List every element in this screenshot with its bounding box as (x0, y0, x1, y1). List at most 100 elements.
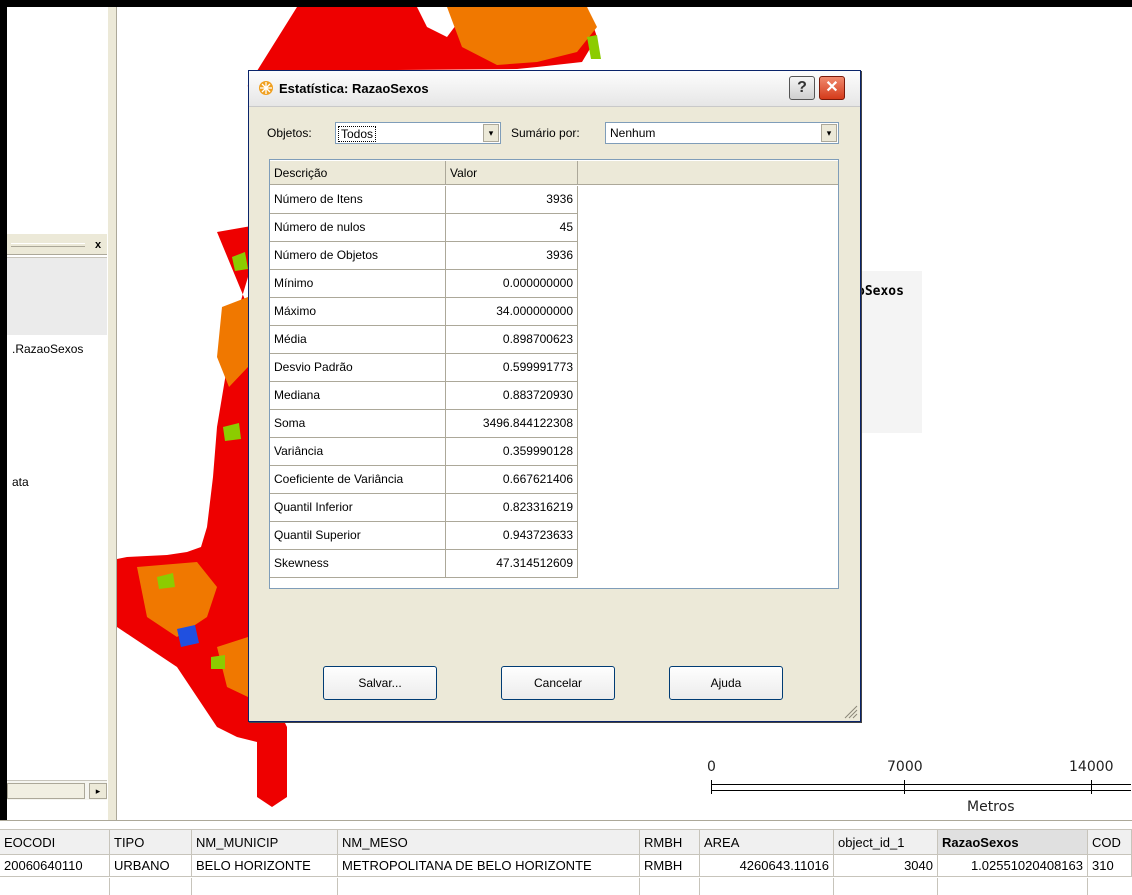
stat-description: Variância (270, 438, 446, 466)
table-cell[interactable]: 3040 (834, 855, 938, 877)
stat-description: Soma (270, 410, 446, 438)
close-icon[interactable]: ✕ (819, 76, 845, 100)
stat-description: Número de nulos (270, 214, 446, 242)
scale-line-top (711, 784, 1131, 785)
table-row-partial[interactable] (700, 878, 834, 895)
column-header-nm-meso[interactable]: NM_MESO (338, 829, 640, 855)
table-cell[interactable]: 1.02551020408163 (938, 855, 1088, 877)
layer-item-razaosexos[interactable]: .RazaoSexos (12, 342, 83, 356)
table-row[interactable]: Quantil Inferior 0.823316219 (270, 494, 578, 522)
sumario-label: Sumário por: (511, 126, 580, 140)
scale-label-7000: 7000 (887, 759, 923, 775)
legend-title: oSexos (857, 284, 904, 299)
close-icon[interactable]: x (91, 238, 105, 252)
table-row[interactable]: Número de nulos 45 (270, 214, 578, 242)
table-row-partial[interactable] (192, 878, 338, 895)
table-cell[interactable]: METROPOLITANA DE BELO HORIZONTE (338, 855, 640, 877)
column-header-rmbh[interactable]: RMBH (640, 829, 700, 855)
scale-unit: Metros (967, 799, 1015, 815)
stat-description: Skewness (270, 550, 446, 578)
table-row-partial[interactable] (640, 878, 700, 895)
resize-grip-icon[interactable] (844, 705, 858, 719)
stat-description: Média (270, 326, 446, 354)
table-row-partial[interactable] (834, 878, 938, 895)
dialog-title: Estatística: RazaoSexos (279, 81, 429, 96)
scale-line-bottom (711, 790, 1131, 791)
table-row-partial[interactable] (0, 878, 110, 895)
column-header-cod[interactable]: COD (1088, 829, 1132, 855)
column-header-nm-municip[interactable]: NM_MUNICIP (192, 829, 338, 855)
table-cell[interactable]: BELO HORIZONTE (192, 855, 338, 877)
map-region-blue (177, 625, 199, 647)
column-header-empty (578, 161, 838, 185)
table-row[interactable]: Variância 0.359990128 (270, 438, 578, 466)
layer-item-data[interactable]: ata (12, 475, 29, 489)
map-region-green-5 (211, 655, 225, 669)
chevron-down-icon[interactable]: ▾ (483, 124, 499, 142)
scale-label-0: 0 (707, 759, 716, 775)
column-header-descricao[interactable]: Descrição (270, 161, 446, 185)
stat-value: 3496.844122308 (446, 410, 578, 438)
chevron-down-icon[interactable]: ▾ (821, 124, 837, 142)
table-row-partial[interactable] (110, 878, 192, 895)
table-cell[interactable]: 4260643.11016 (700, 855, 834, 877)
scale-bar: 0 7000 14000 Metros (707, 757, 1132, 817)
table-cell[interactable]: 310 (1088, 855, 1132, 877)
panel-splitter[interactable] (107, 7, 117, 820)
scale-label-14000: 14000 (1069, 759, 1114, 775)
objetos-select[interactable]: Todos ▾ (335, 122, 501, 144)
help-icon[interactable]: ? (789, 76, 815, 100)
table-row[interactable]: Desvio Padrão 0.599991773 (270, 354, 578, 382)
column-header-razaosexos[interactable]: RazaoSexos (938, 829, 1088, 855)
save-button[interactable]: Salvar... (323, 666, 437, 700)
table-row[interactable]: Quantil Superior 0.943723633 (270, 522, 578, 550)
column-header-valor[interactable]: Valor (446, 161, 578, 185)
table-row[interactable]: Mediana 0.883720930 (270, 382, 578, 410)
stat-description: Coeficiente de Variância (270, 466, 446, 494)
statistics-dialog: Estatística: RazaoSexos ? ✕ Objetos: Tod… (248, 70, 861, 722)
scrollbar-thumb[interactable] (7, 783, 85, 799)
panel-grip[interactable] (11, 243, 85, 247)
sumario-select[interactable]: Nenhum ▾ (605, 122, 839, 144)
table-row[interactable]: Skewness 47.314512609 (270, 550, 578, 578)
table-cell[interactable]: 20060640110 (0, 855, 110, 877)
table-row[interactable]: Mínimo 0.000000000 (270, 270, 578, 298)
table-row-partial[interactable] (938, 878, 1088, 895)
scale-tick (1091, 780, 1092, 794)
dialog-titlebar[interactable]: Estatística: RazaoSexos ? ✕ (249, 71, 860, 107)
table-row[interactable]: Número de Objetos 3936 (270, 242, 578, 270)
horizontal-scrollbar[interactable]: ▸ (7, 780, 111, 800)
column-header-tipo[interactable]: TIPO (110, 829, 192, 855)
stat-value: 0.599991773 (446, 354, 578, 382)
table-row[interactable]: Soma 3496.844122308 (270, 410, 578, 438)
stat-description: Quantil Superior (270, 522, 446, 550)
application-window: x .RazaoSexos ata ▸ oSexos 0 7000 14000 … (0, 0, 1132, 895)
stat-description: Mediana (270, 382, 446, 410)
stat-value: 0.898700623 (446, 326, 578, 354)
table-row[interactable]: Máximo 34.000000000 (270, 298, 578, 326)
scroll-right-arrow-icon[interactable]: ▸ (89, 783, 107, 799)
layer-panel: x .RazaoSexos ata ▸ (7, 7, 111, 820)
app-icon (259, 81, 273, 95)
column-header-area[interactable]: AREA (700, 829, 834, 855)
table-row[interactable]: Coeficiente de Variância 0.667621406 (270, 466, 578, 494)
table-row[interactable]: Número de Itens 3936 (270, 186, 578, 214)
column-header-object-id[interactable]: object_id_1 (834, 829, 938, 855)
window-top-border (0, 0, 1132, 7)
stat-description: Desvio Padrão (270, 354, 446, 382)
layer-panel-titlebar[interactable]: x (7, 233, 111, 255)
stat-value: 3936 (446, 242, 578, 270)
table-row[interactable]: Média 0.898700623 (270, 326, 578, 354)
sumario-select-value: Nenhum (610, 126, 656, 140)
column-header-geocodi[interactable]: EOCODI (0, 829, 110, 855)
stat-value: 0.943723633 (446, 522, 578, 550)
table-cell[interactable]: RMBH (640, 855, 700, 877)
table-row-partial[interactable] (338, 878, 640, 895)
stat-value: 0.359990128 (446, 438, 578, 466)
help-button[interactable]: Ajuda (669, 666, 783, 700)
stat-value: 0.883720930 (446, 382, 578, 410)
objetos-label: Objetos: (267, 126, 312, 140)
cancel-button[interactable]: Cancelar (501, 666, 615, 700)
stat-description: Número de Objetos (270, 242, 446, 270)
table-cell[interactable]: URBANO (110, 855, 192, 877)
